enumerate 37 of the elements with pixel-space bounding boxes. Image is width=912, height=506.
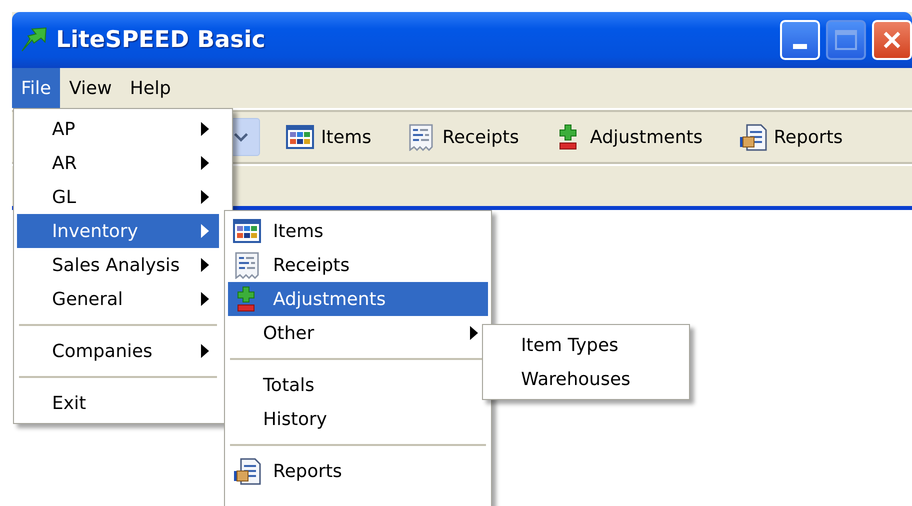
menu-item[interactable]: GL bbox=[17, 180, 219, 214]
receipt-icon bbox=[407, 124, 436, 150]
menu-item[interactable]: Inventory bbox=[17, 214, 219, 248]
window-title: LiteSPEED Basic bbox=[56, 27, 266, 53]
grid-icon bbox=[286, 124, 314, 150]
menu-item[interactable]: Items bbox=[228, 214, 488, 248]
menu-item[interactable]: Warehouses bbox=[486, 362, 686, 396]
arrow-logo-icon bbox=[20, 27, 48, 53]
toolbar-button[interactable]: Receipts bbox=[401, 120, 525, 154]
menu-item[interactable]: Other bbox=[228, 316, 488, 350]
minimize-button[interactable] bbox=[780, 20, 820, 60]
menu-item[interactable]: Item Types bbox=[486, 328, 686, 362]
menu-item[interactable]: Reports bbox=[228, 454, 488, 488]
menu-item[interactable]: Sales Analysis bbox=[17, 248, 219, 282]
menu-item[interactable]: Exit bbox=[17, 386, 219, 420]
menu-bar-item[interactable]: File bbox=[12, 68, 60, 108]
toolbar-button[interactable]: Adjustments bbox=[548, 120, 709, 154]
menu-item[interactable]: Receipts bbox=[228, 248, 488, 282]
toolbar-button[interactable]: Items bbox=[280, 120, 378, 154]
menu-item[interactable]: Adjustments bbox=[228, 282, 488, 316]
menu-item[interactable]: History bbox=[228, 402, 488, 436]
caret-icon bbox=[233, 132, 249, 142]
close-button[interactable] bbox=[872, 20, 912, 60]
grid-icon bbox=[233, 218, 261, 244]
menu-item[interactable]: AP bbox=[17, 112, 219, 146]
report-icon bbox=[233, 458, 261, 484]
menu-bar-item[interactable]: View bbox=[60, 68, 121, 108]
receipt-icon bbox=[233, 252, 261, 278]
menu-item[interactable]: Companies bbox=[17, 334, 219, 368]
close-icon bbox=[882, 30, 902, 50]
menu-item[interactable]: General bbox=[17, 282, 219, 316]
menu-bar-item[interactable]: Help bbox=[120, 68, 180, 108]
menu-item[interactable]: AR bbox=[17, 146, 219, 180]
report-icon bbox=[738, 124, 767, 150]
minimize-icon bbox=[793, 44, 807, 50]
maximize-icon bbox=[835, 30, 857, 50]
toolbar-button[interactable]: Reports bbox=[732, 120, 849, 154]
